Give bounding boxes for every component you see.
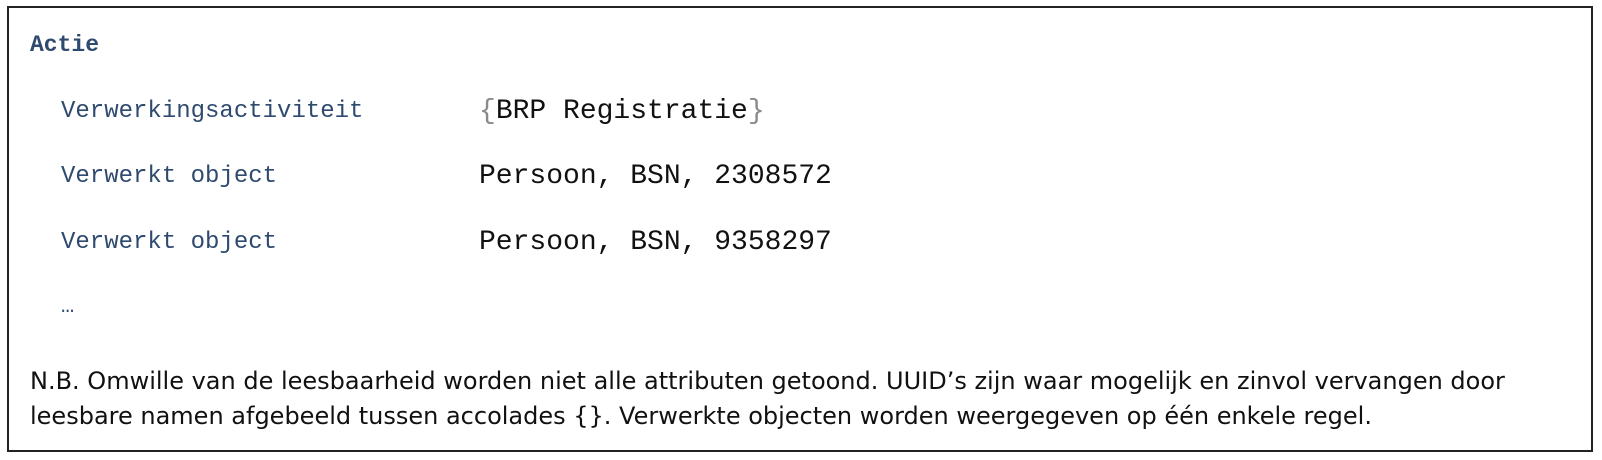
attribute-value-text: BRP Registratie	[495, 96, 748, 127]
footnote-line-2: leesbare namen afgebeeld tussen accolade…	[30, 402, 1372, 430]
attribute-label: Verwerkt object	[61, 229, 278, 256]
footnote-line-1: N.B. Omwille van de leesbaarheid worden …	[30, 367, 1505, 395]
attribute-label: Verwerkt object	[61, 163, 278, 190]
section-heading: Actie	[30, 32, 100, 58]
attribute-value: Persoon, BSN, 2308572	[479, 161, 832, 192]
attribute-value: {BRP Registratie}	[479, 96, 765, 127]
brace-close: }	[747, 96, 765, 127]
attribute-label: Verwerkingsactiviteit	[61, 98, 364, 125]
footnote: N.B. Omwille van de leesbaarheid worden …	[30, 364, 1550, 434]
attribute-value: Persoon, BSN, 9358297	[479, 227, 832, 258]
brace-open: {	[479, 96, 496, 127]
example-box: Actie Verwerkingsactiviteit {BRP Registr…	[7, 6, 1593, 452]
more-items-ellipsis: …	[61, 294, 75, 319]
